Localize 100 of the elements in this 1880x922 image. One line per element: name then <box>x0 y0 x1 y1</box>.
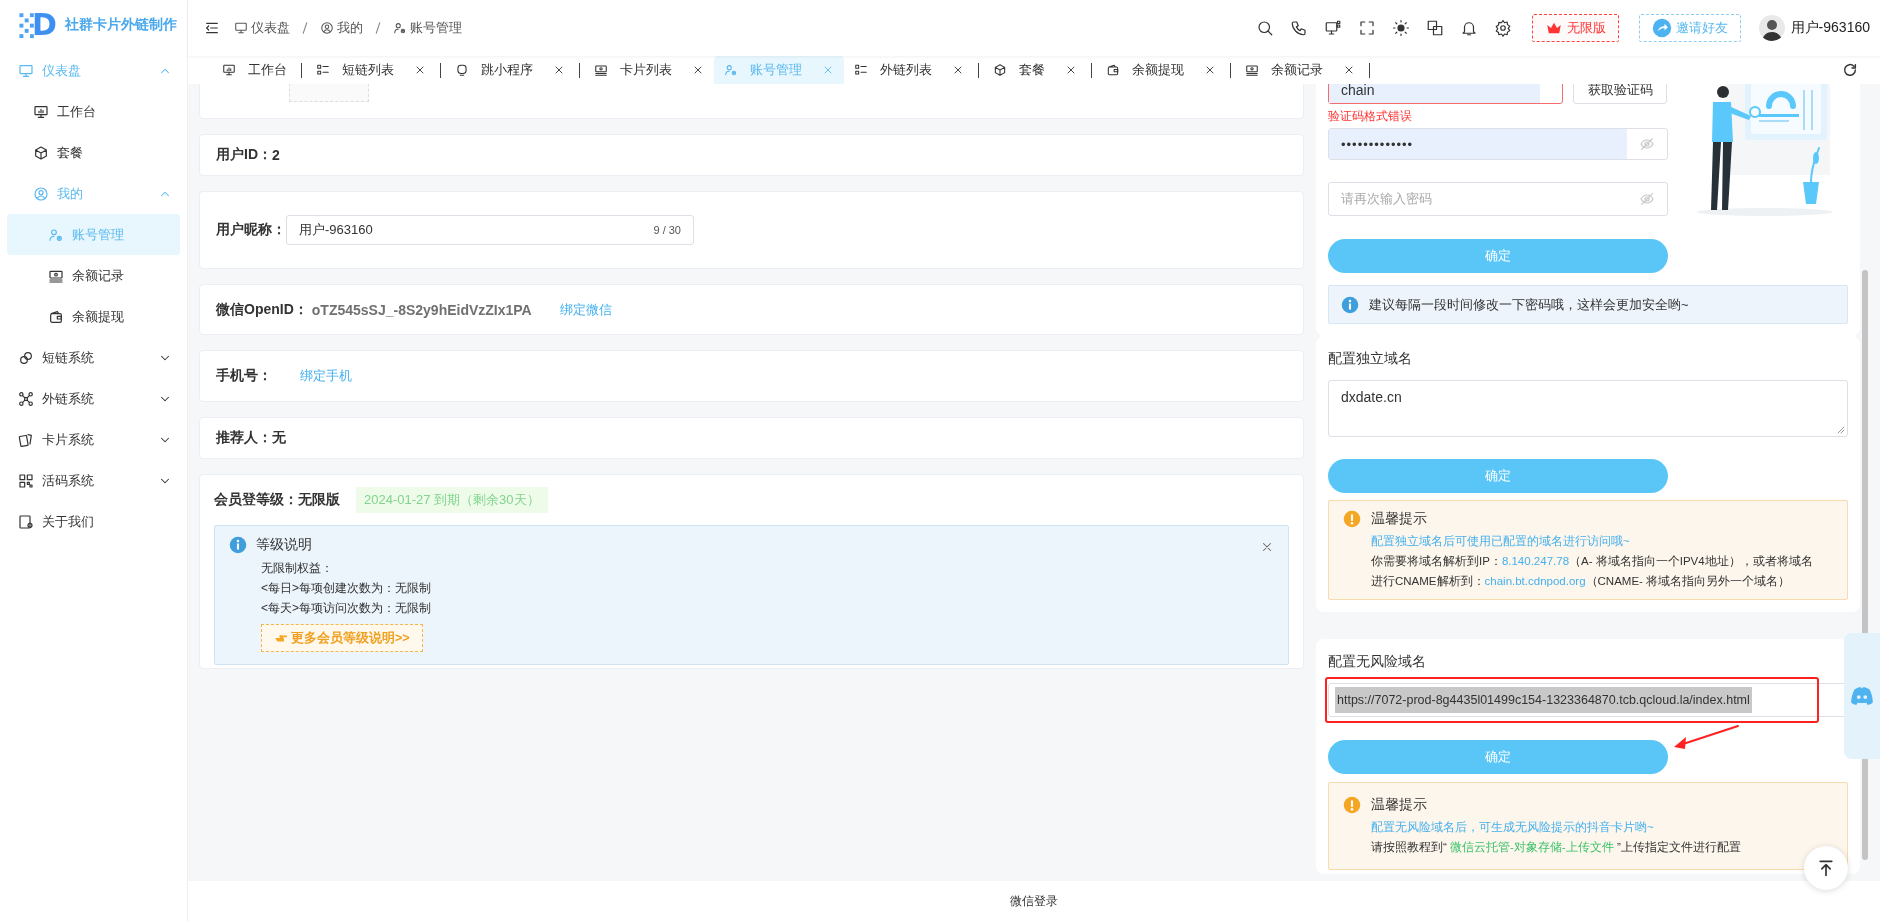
wallet-icon <box>1106 63 1120 77</box>
get-code-button[interactable]: 获取验证码 <box>1573 84 1667 104</box>
tab[interactable]: 卡片列表 <box>584 56 714 84</box>
notice-title: 温馨提示 <box>1371 510 1427 528</box>
code-field[interactable]: chain <box>1328 84 1563 104</box>
sidebar-item[interactable]: 关于我们 <box>7 501 180 542</box>
card-icon <box>1245 63 1259 77</box>
user-gear-icon <box>724 63 738 77</box>
nickname-field[interactable]: 用户-963160 9 / 30 <box>286 215 694 245</box>
close-icon[interactable] <box>1204 64 1216 76</box>
tab[interactable]: 余额记录 <box>1235 56 1365 84</box>
close-icon[interactable] <box>1260 540 1274 554</box>
close-icon[interactable] <box>1065 64 1077 76</box>
error-message: 验证码格式错误 <box>1328 108 1413 124</box>
sidebar-item[interactable]: 套餐 <box>7 132 180 173</box>
cube-icon <box>993 63 1007 77</box>
user-name: 用户-963160 <box>1790 19 1870 37</box>
avatar[interactable] <box>1758 15 1785 41</box>
arrow-up-icon <box>1816 858 1836 878</box>
section-title: 配置无风险域名 <box>1328 653 1427 671</box>
network-icon <box>18 390 34 407</box>
app-name: 社群卡片外链制作 <box>64 16 177 34</box>
cards-icon <box>18 431 34 448</box>
section-title: 配置独立域名 <box>1328 350 1413 368</box>
close-icon[interactable] <box>553 64 565 76</box>
close-icon[interactable] <box>952 64 964 76</box>
list-icon <box>854 63 868 77</box>
menu-fold-icon[interactable] <box>204 20 220 36</box>
logo-letter: D <box>32 10 57 40</box>
plan-button[interactable]: 无限版 <box>1531 14 1619 42</box>
phone-icon[interactable] <box>1289 19 1308 37</box>
expiry-badge: 2024-01-27 到期（剩余30天） <box>356 487 548 513</box>
notice-line: <每天>每项访问次数为：无限制 <box>260 600 432 617</box>
close-icon[interactable] <box>414 64 426 76</box>
monitor-grid-icon[interactable] <box>1323 19 1342 37</box>
tab[interactable]: 套餐 <box>983 56 1087 84</box>
field-value: oTZ545sSJ_-8S2y9hEidVzZIx1PA <box>311 301 532 318</box>
sidebar-item[interactable]: 余额记录 <box>7 255 180 296</box>
notice-title: 等级说明 <box>256 536 312 554</box>
tip-line: 配置独立域名后可使用已配置的域名进行访问哦~ <box>1370 534 1631 549</box>
notice-line: <每日>每项创建次数为：无限制 <box>260 580 432 597</box>
tip-line: 请按照教程到“ 微信云托管-对象存储-上传文件 ”上传指定文件进行配置 <box>1370 840 1742 855</box>
domain-textarea[interactable]: dxdate.cn <box>1328 380 1848 437</box>
tab[interactable]: 跳小程序 <box>445 56 575 84</box>
sidebar-item[interactable]: 余额提现 <box>7 296 180 337</box>
user-circle-icon <box>320 21 334 35</box>
wallet-icon <box>48 308 64 325</box>
field-label: 用户ID： <box>216 146 272 164</box>
tip-line: 配置无风险域名后，可生成无风险提示的抖音卡片哟~ <box>1370 820 1655 835</box>
field-label: 会员登等级：无限版 <box>214 491 340 509</box>
link-icon <box>18 349 34 366</box>
cube-icon <box>33 144 49 161</box>
field-label: 用户昵称： <box>216 221 286 239</box>
notice-line: 无限制权益： <box>260 560 334 577</box>
monitor-chart-icon <box>33 103 49 120</box>
share-icon <box>1651 18 1672 38</box>
resize-grip-icon <box>1835 424 1845 434</box>
password-field[interactable]: ••••••••••••• <box>1328 128 1668 160</box>
tab[interactable]: 短链列表 <box>306 56 436 84</box>
translate-icon[interactable] <box>1425 19 1444 37</box>
breadcrumb-item[interactable]: 账号管理 <box>393 19 462 37</box>
bell-icon[interactable] <box>1459 19 1478 37</box>
close-icon[interactable] <box>692 64 704 76</box>
tab[interactable]: 余额提现 <box>1096 56 1226 84</box>
sidebar-item[interactable]: 短链系统 <box>7 337 180 378</box>
monitor-icon <box>234 21 248 35</box>
warning-icon <box>1343 796 1361 814</box>
tab[interactable]: 外链列表 <box>844 56 974 84</box>
breadcrumb-item[interactable]: 仪表盘 <box>234 19 290 37</box>
monitor-icon <box>18 62 34 79</box>
refresh-icon[interactable] <box>1842 62 1858 78</box>
sidebar-item[interactable]: 外链系统 <box>7 378 180 419</box>
user-gear-icon <box>393 21 407 35</box>
sidebar-item[interactable]: 工作台 <box>7 91 180 132</box>
close-icon[interactable] <box>1343 64 1355 76</box>
tablet-icon <box>18 513 34 530</box>
info-icon <box>1341 295 1359 314</box>
sidebar-item[interactable]: 活码系统 <box>7 460 180 501</box>
field-value: 无 <box>272 429 286 447</box>
sidebar-item[interactable]: 卡片系统 <box>7 419 180 460</box>
settings-icon[interactable] <box>1493 19 1512 37</box>
sun-icon[interactable] <box>1391 19 1410 37</box>
qr-code-icon <box>18 472 34 489</box>
notice-title: 温馨提示 <box>1371 796 1427 814</box>
user-circle-icon <box>33 185 49 202</box>
list-icon <box>316 63 330 77</box>
field-label: 手机号： <box>216 367 272 385</box>
footer-text: 微信登录 <box>1010 893 1058 910</box>
field-value: 2 <box>272 147 280 163</box>
monitor-chart-icon <box>222 63 236 77</box>
breadcrumb-item[interactable]: 我的 <box>320 19 363 37</box>
tab[interactable]: 工作台 <box>212 56 297 84</box>
field-label: 推荐人： <box>216 429 272 447</box>
search-icon[interactable] <box>1255 19 1274 37</box>
tip-text: 建议每隔一段时间修改一下密码哦，这样会更加安全哟~ <box>1369 295 1689 314</box>
tip-line: 你需要将域名解析到IP：8.140.247.78（A- 将域名指向一个IPV4地址），或者将域名 <box>1370 554 1814 569</box>
info-icon <box>229 536 247 554</box>
fullscreen-icon[interactable] <box>1357 19 1376 37</box>
warning-icon <box>1343 510 1361 528</box>
user-gear-icon <box>48 226 64 243</box>
